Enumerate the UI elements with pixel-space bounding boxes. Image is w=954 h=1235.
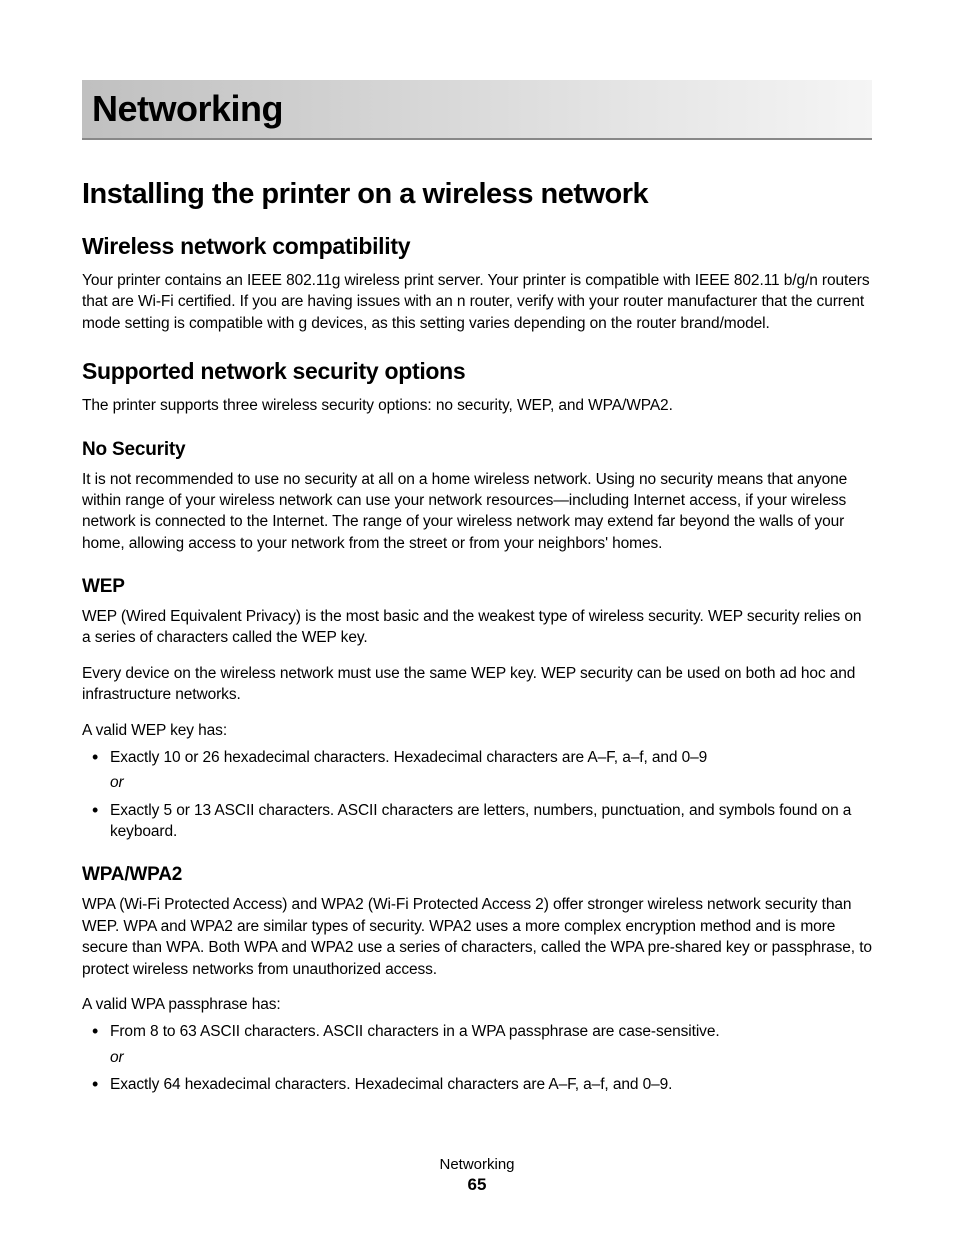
wep-key-list: Exactly 10 or 26 hexadecimal characters.…: [82, 747, 872, 843]
block-wireless-compatibility: Wireless network compatibility Your prin…: [82, 233, 872, 334]
paragraph: A valid WEP key has:: [82, 720, 872, 741]
heading-no-security: No Security: [82, 439, 872, 461]
heading-wpa: WPA/WPA2: [82, 864, 872, 886]
section-heading-installing: Installing the printer on a wireless net…: [82, 178, 872, 211]
heading-wireless-compatibility: Wireless network compatibility: [82, 233, 872, 260]
wpa-passphrase-list: From 8 to 63 ASCII characters. ASCII cha…: [82, 1021, 872, 1095]
list-item: Exactly 5 or 13 ASCII characters. ASCII …: [110, 800, 872, 843]
heading-security-options: Supported network security options: [82, 358, 872, 385]
paragraph: WPA (Wi-Fi Protected Access) and WPA2 (W…: [82, 894, 872, 980]
or-separator: or: [110, 1047, 872, 1068]
or-separator: or: [110, 772, 872, 793]
paragraph: Your printer contains an IEEE 802.11g wi…: [82, 270, 872, 334]
footer-section-name: Networking: [0, 1156, 954, 1173]
paragraph: A valid WPA passphrase has:: [82, 994, 872, 1015]
paragraph: Every device on the wireless network mus…: [82, 663, 872, 706]
list-item-text: Exactly 10 or 26 hexadecimal characters.…: [110, 749, 707, 766]
chapter-title: Networking: [82, 80, 872, 140]
block-security-options: Supported network security options The p…: [82, 358, 872, 1095]
paragraph: WEP (Wired Equivalent Privacy) is the mo…: [82, 606, 872, 649]
paragraph: It is not recommended to use no security…: [82, 469, 872, 555]
list-item: Exactly 64 hexadecimal characters. Hexad…: [110, 1074, 872, 1095]
list-item: Exactly 10 or 26 hexadecimal characters.…: [110, 747, 872, 794]
footer-page-number: 65: [0, 1175, 954, 1195]
list-item: From 8 to 63 ASCII characters. ASCII cha…: [110, 1021, 872, 1068]
paragraph: The printer supports three wireless secu…: [82, 395, 872, 416]
page-footer: Networking 65: [0, 1156, 954, 1195]
heading-wep: WEP: [82, 576, 872, 598]
list-item-text: From 8 to 63 ASCII characters. ASCII cha…: [110, 1023, 720, 1040]
